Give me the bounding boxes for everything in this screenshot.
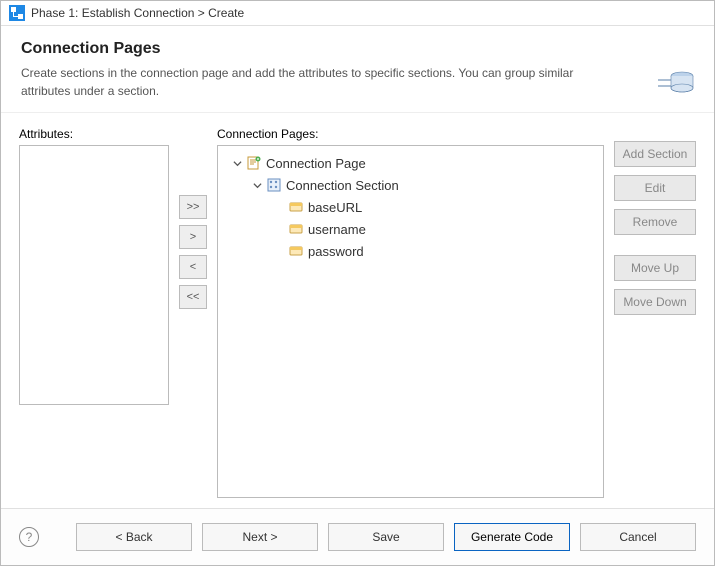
tree-node-page[interactable]: Connection Page: [224, 152, 597, 174]
cancel-button[interactable]: Cancel: [580, 523, 696, 551]
titlebar-text: Phase 1: Establish Connection > Create: [31, 6, 244, 20]
page-description: Create sections in the connection page a…: [21, 64, 581, 100]
add-section-button[interactable]: Add Section: [614, 141, 696, 167]
tree-node-label: Connection Page: [266, 156, 366, 171]
move-left-button[interactable]: <: [179, 255, 207, 279]
database-icon: [658, 60, 696, 101]
connection-icon: [9, 5, 25, 21]
attribute-icon: [288, 221, 304, 237]
connection-pages-tree[interactable]: Connection Page Connection Section ba: [217, 145, 604, 498]
section-icon: [266, 177, 282, 193]
move-all-left-button[interactable]: <<: [179, 285, 207, 309]
move-up-button[interactable]: Move Up: [614, 255, 696, 281]
move-down-button[interactable]: Move Down: [614, 289, 696, 315]
transfer-buttons: >> > < <<: [179, 127, 207, 498]
back-button[interactable]: < Back: [76, 523, 192, 551]
side-buttons-column: Add Section Edit Remove Move Up Move Dow…: [614, 127, 696, 498]
save-button[interactable]: Save: [328, 523, 444, 551]
pages-column: Connection Pages: Connection Page: [217, 127, 604, 498]
pages-label: Connection Pages:: [217, 127, 604, 141]
attribute-icon: [288, 199, 304, 215]
edit-button[interactable]: Edit: [614, 175, 696, 201]
move-all-right-button[interactable]: >>: [179, 195, 207, 219]
tree-node-attribute[interactable]: username: [224, 218, 597, 240]
wizard-window: Phase 1: Establish Connection > Create C…: [0, 0, 715, 566]
move-right-button[interactable]: >: [179, 225, 207, 249]
header: Connection Pages Create sections in the …: [1, 26, 714, 113]
page-icon: [246, 155, 262, 171]
tree-node-section[interactable]: Connection Section: [224, 174, 597, 196]
body: Attributes: >> > < << Connection Pages: …: [1, 113, 714, 508]
tree-node-label: Connection Section: [286, 178, 399, 193]
attributes-column: Attributes:: [19, 127, 169, 498]
tree-node-label: baseURL: [308, 200, 362, 215]
page-title: Connection Pages: [21, 40, 694, 58]
attributes-label: Attributes:: [19, 127, 169, 141]
tree-node-label: password: [308, 244, 364, 259]
tree-node-attribute[interactable]: baseURL: [224, 196, 597, 218]
attribute-icon: [288, 243, 304, 259]
footer: ? < Back Next > Save Generate Code Cance…: [1, 508, 714, 565]
tree-node-attribute[interactable]: password: [224, 240, 597, 262]
generate-code-button[interactable]: Generate Code: [454, 523, 570, 551]
chevron-down-icon[interactable]: [252, 180, 262, 190]
chevron-down-icon[interactable]: [232, 158, 242, 168]
help-icon[interactable]: ?: [19, 527, 39, 547]
remove-button[interactable]: Remove: [614, 209, 696, 235]
attributes-list[interactable]: [19, 145, 169, 405]
next-button[interactable]: Next >: [202, 523, 318, 551]
tree-node-label: username: [308, 222, 366, 237]
titlebar: Phase 1: Establish Connection > Create: [1, 1, 714, 26]
